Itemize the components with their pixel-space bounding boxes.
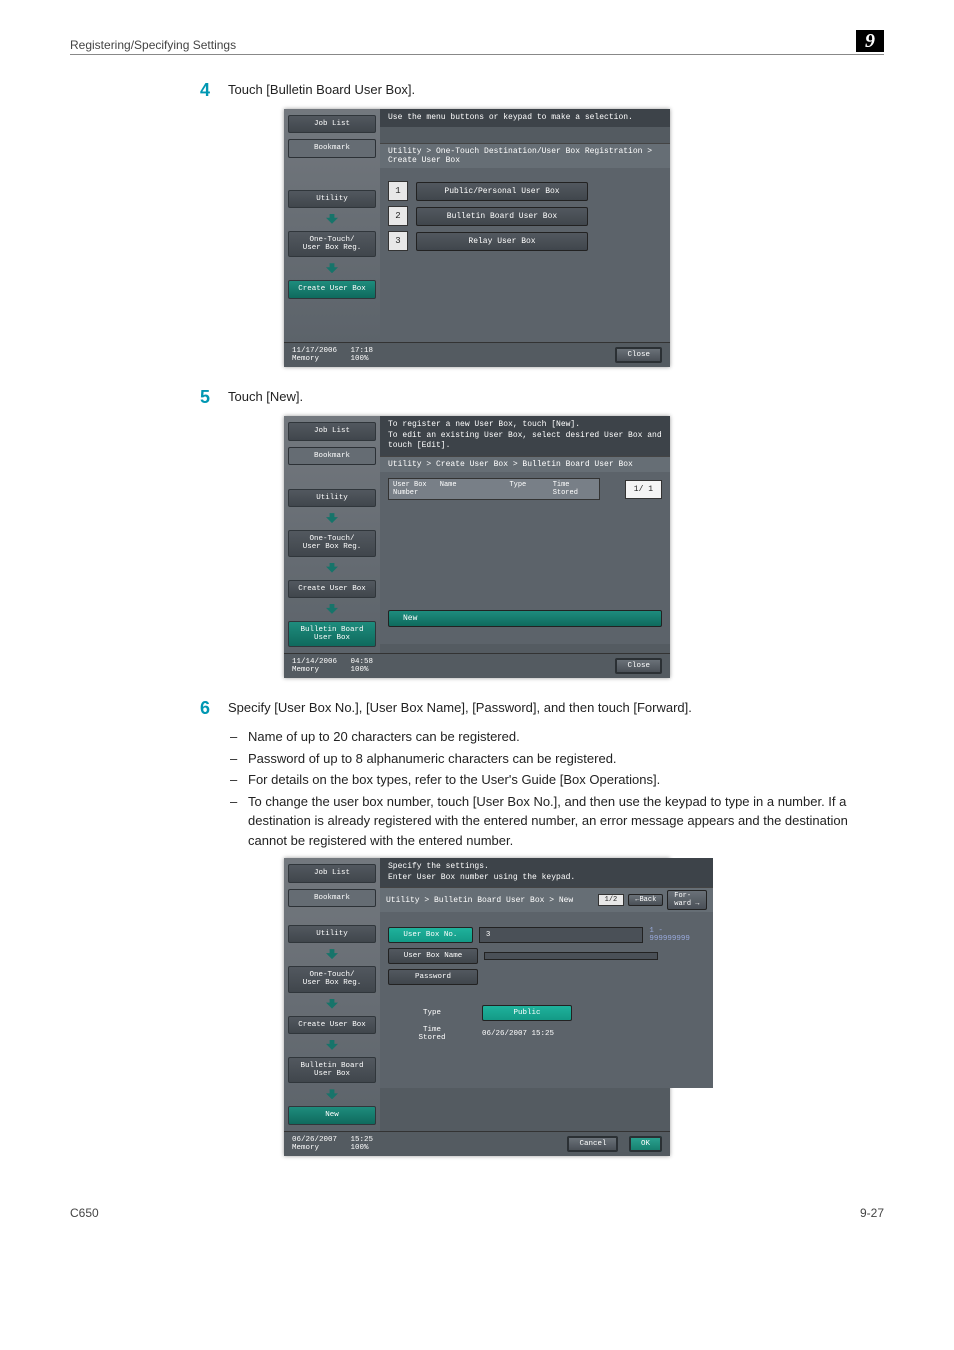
arrow-down-icon	[284, 212, 380, 227]
bullet-text: To change the user box number, touch [Us…	[248, 792, 884, 851]
option-number: 1	[388, 181, 408, 201]
utility-button[interactable]: Utility	[288, 925, 376, 943]
dash-icon: –	[230, 749, 248, 769]
user-box-name-button[interactable]: User Box Name	[388, 948, 478, 964]
time-stored-label: Time Stored	[388, 1026, 476, 1042]
arrow-down-icon	[284, 947, 380, 962]
one-touch-button[interactable]: One-Touch/ User Box Reg.	[288, 530, 376, 557]
status-datetime: 11/14/2006 04:58 Memory 100%	[292, 658, 373, 674]
utility-button[interactable]: Utility	[288, 190, 376, 208]
utility-button[interactable]: Utility	[288, 489, 376, 507]
create-user-box-button[interactable]: Create User Box	[288, 280, 376, 298]
arrow-down-icon	[284, 1087, 380, 1102]
step-number: 6	[170, 698, 210, 719]
bulletin-board-box-button[interactable]: Bulletin Board User Box	[416, 207, 588, 226]
section-title: Registering/Specifying Settings	[70, 38, 236, 52]
step-number: 5	[170, 387, 210, 408]
col-type: Type	[505, 479, 548, 499]
instruction-text: To register a new User Box, touch [New].…	[380, 416, 670, 455]
bookmark-button[interactable]: Bookmark	[288, 139, 376, 157]
bookmark-button[interactable]: Bookmark	[288, 447, 376, 465]
instruction-text: Use the menu buttons or keypad to make a…	[380, 109, 670, 127]
arrow-down-icon	[284, 511, 380, 526]
status-datetime: 06/26/2007 15:25 Memory 100%	[292, 1136, 373, 1152]
breadcrumb: Utility > One-Touch Destination/User Box…	[380, 143, 670, 168]
new-button[interactable]: New	[388, 610, 662, 627]
arrow-down-icon	[284, 602, 380, 617]
new-breadcrumb[interactable]: New	[288, 1106, 376, 1124]
step-text: Touch [Bulletin Board User Box].	[228, 80, 415, 101]
breadcrumb: Utility > Create User Box > Bulletin Boa…	[380, 456, 670, 472]
chapter-number: 9	[856, 30, 884, 52]
breadcrumb: Utility > Bulletin Board User Box > New	[386, 896, 573, 905]
job-list-button[interactable]: Job List	[288, 115, 376, 133]
user-box-no-button[interactable]: User Box No.	[388, 927, 473, 943]
status-datetime: 11/17/2006 17:18 Memory 100%	[292, 347, 373, 363]
job-list-button[interactable]: Job List	[288, 422, 376, 440]
type-value-button[interactable]: Public	[482, 1005, 572, 1021]
range-label: 1 - 999999999	[649, 927, 704, 943]
time-stored-value: 06/26/2007 15:25	[482, 1030, 554, 1038]
create-user-box-button[interactable]: Create User Box	[288, 1016, 376, 1034]
bullet-text: Name of up to 20 characters can be regis…	[248, 727, 520, 747]
job-list-button[interactable]: Job List	[288, 864, 376, 882]
dash-icon: –	[230, 770, 248, 790]
option-number: 3	[388, 231, 408, 251]
step-number: 4	[170, 80, 210, 101]
step-text: Touch [New].	[228, 387, 303, 408]
page-number: 9-27	[860, 1206, 884, 1220]
public-personal-box-button[interactable]: Public/Personal User Box	[416, 182, 588, 201]
bookmark-button[interactable]: Bookmark	[288, 889, 376, 907]
arrow-down-icon	[284, 561, 380, 576]
arrow-down-icon	[284, 1038, 380, 1053]
arrow-down-icon	[284, 997, 380, 1012]
close-button[interactable]: Close	[615, 347, 662, 363]
option-number: 2	[388, 206, 408, 226]
password-button[interactable]: Password	[388, 969, 478, 985]
close-button[interactable]: Close	[615, 658, 662, 674]
model-label: C650	[70, 1206, 99, 1220]
back-button[interactable]: ←Back	[628, 894, 663, 906]
one-touch-button[interactable]: One-Touch/ User Box Reg.	[288, 231, 376, 258]
col-name: Name	[436, 479, 506, 499]
relay-user-box-button[interactable]: Relay User Box	[416, 232, 588, 251]
page-indicator: 1/ 1	[625, 480, 662, 499]
bulletin-board-breadcrumb[interactable]: Bulletin Board User Box	[288, 1057, 376, 1084]
ok-button[interactable]: OK	[629, 1136, 662, 1152]
type-label: Type	[388, 1009, 476, 1017]
page-indicator: 1/2	[598, 894, 625, 906]
create-user-box-button[interactable]: Create User Box	[288, 580, 376, 598]
step-text: Specify [User Box No.], [User Box Name],…	[228, 698, 692, 719]
bullet-text: Password of up to 8 alphanumeric charact…	[248, 749, 617, 769]
user-box-no-value[interactable]: 3	[479, 927, 644, 943]
cancel-button[interactable]: Cancel	[567, 1136, 618, 1152]
arrow-down-icon	[284, 261, 380, 276]
bullet-text: For details on the box types, refer to t…	[248, 770, 660, 790]
col-time: Time Stored	[549, 479, 599, 499]
dash-icon: –	[230, 792, 248, 851]
forward-button[interactable]: For- ward →	[667, 890, 706, 910]
user-box-name-value[interactable]	[484, 952, 658, 960]
col-userbox-no: User Box Number	[389, 479, 436, 499]
dash-icon: –	[230, 727, 248, 747]
bulletin-board-breadcrumb[interactable]: Bulletin Board User Box	[288, 621, 376, 648]
instruction-text: Specify the settings. Enter User Box num…	[380, 858, 713, 887]
one-touch-button[interactable]: One-Touch/ User Box Reg.	[288, 966, 376, 993]
